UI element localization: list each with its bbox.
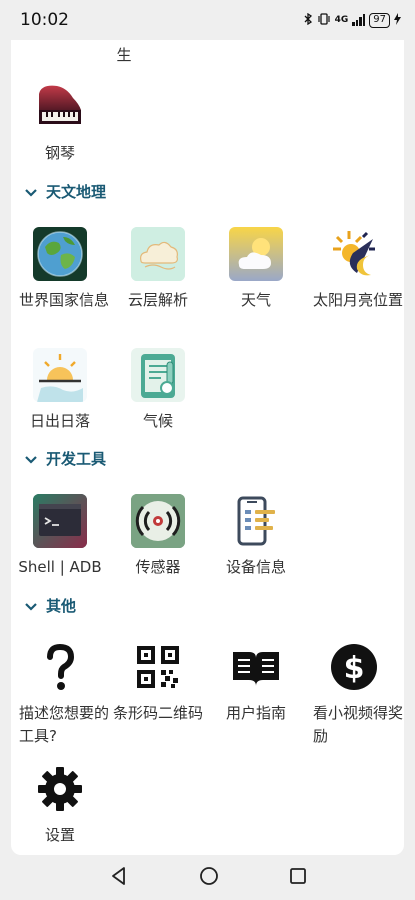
- tool-device-info[interactable]: 设备信息: [207, 494, 305, 579]
- climate-icon: [131, 348, 185, 402]
- terminal-icon: [33, 494, 87, 548]
- tool-settings[interactable]: 设置: [11, 762, 109, 847]
- status-icons: 4G 97: [304, 12, 401, 28]
- tool-label: 云层解析: [127, 291, 188, 309]
- network-type: 4G: [334, 15, 349, 25]
- svg-text:$: $: [344, 651, 365, 686]
- tool-label: 设置: [44, 826, 75, 844]
- piano-icon: [33, 80, 87, 134]
- tool-world-countries[interactable]: 世界国家信息: [11, 227, 109, 312]
- tool-sunrise-sunset[interactable]: 日出日落: [11, 348, 109, 433]
- chevron-down-icon: [25, 188, 37, 197]
- home-icon[interactable]: [199, 866, 219, 890]
- question-icon: [33, 640, 87, 694]
- globe-icon: [33, 227, 87, 281]
- tools-list[interactable]: 生 钢琴 天文地理 世界国家信息 云层解析 天气 太阳月亮位置 日出日落 气候 …: [11, 40, 404, 855]
- tool-barcode-qr[interactable]: 条形码二维码: [109, 640, 207, 725]
- system-nav-bar: [0, 855, 415, 900]
- tool-sun-moon[interactable]: 太阳月亮位置: [305, 227, 403, 312]
- status-time: 10:02: [20, 10, 69, 30]
- tool-label: 世界国家信息: [19, 291, 110, 309]
- tool-cloud-analysis[interactable]: 云层解析: [109, 227, 207, 312]
- tool-piano[interactable]: 钢琴: [11, 80, 109, 165]
- battery-level: 97: [373, 14, 386, 25]
- qr-code-icon: [131, 640, 185, 694]
- tool-video-reward[interactable]: $ 看小视频得奖励: [305, 640, 403, 748]
- tool-label: 太阳月亮位置: [313, 291, 404, 309]
- dollar-icon: $: [327, 640, 381, 694]
- bluetooth-icon: [304, 12, 313, 28]
- device-info-icon: [229, 494, 283, 548]
- tool-label: 用户指南: [225, 704, 286, 722]
- tool-shell-adb[interactable]: Shell | ADB: [11, 494, 109, 579]
- vibrate-icon: [317, 12, 331, 28]
- cloud-icon: [131, 227, 185, 281]
- back-icon[interactable]: [109, 866, 129, 890]
- cutoff-tool-label: 生: [116, 46, 132, 64]
- chevron-down-icon: [25, 602, 37, 611]
- sensor-icon: [131, 494, 185, 548]
- weather-icon: [229, 227, 283, 281]
- tool-label: 天气: [240, 291, 271, 309]
- tool-user-guide[interactable]: 用户指南: [207, 640, 305, 725]
- chevron-down-icon: [25, 455, 37, 464]
- tool-label: 日出日落: [29, 412, 90, 430]
- tool-label: 描述您想要的工具?: [19, 704, 110, 745]
- book-icon: [229, 640, 283, 694]
- gear-icon: [33, 762, 87, 816]
- tool-label: 看小视频得奖励: [313, 704, 404, 745]
- tool-label: 条形码二维码: [112, 704, 203, 722]
- tool-label: 钢琴: [44, 144, 75, 162]
- charging-icon: [394, 12, 401, 28]
- tool-label: 传感器: [135, 558, 181, 576]
- section-title: 天文地理: [46, 183, 107, 201]
- section-astronomy-header[interactable]: 天文地理: [24, 181, 106, 202]
- tool-climate[interactable]: 气候: [109, 348, 207, 433]
- tool-label: 设备信息: [225, 558, 286, 576]
- tool-describe-request[interactable]: 描述您想要的工具?: [11, 640, 109, 748]
- section-dev-header[interactable]: 开发工具: [24, 448, 106, 469]
- section-other-header[interactable]: 其他: [24, 595, 76, 616]
- recents-icon[interactable]: [289, 867, 307, 889]
- battery-indicator: 97: [369, 12, 390, 28]
- section-title: 其他: [46, 597, 77, 615]
- tool-weather[interactable]: 天气: [207, 227, 305, 312]
- tool-sensors[interactable]: 传感器: [109, 494, 207, 579]
- status-bar: 10:02 4G 97: [0, 0, 415, 40]
- sunrise-icon: [33, 348, 87, 402]
- section-title: 开发工具: [46, 450, 107, 468]
- tool-label: Shell | ADB: [18, 558, 102, 576]
- tool-label: 气候: [142, 412, 173, 430]
- signal-icon: [352, 14, 366, 26]
- sun-moon-icon: [327, 227, 381, 281]
